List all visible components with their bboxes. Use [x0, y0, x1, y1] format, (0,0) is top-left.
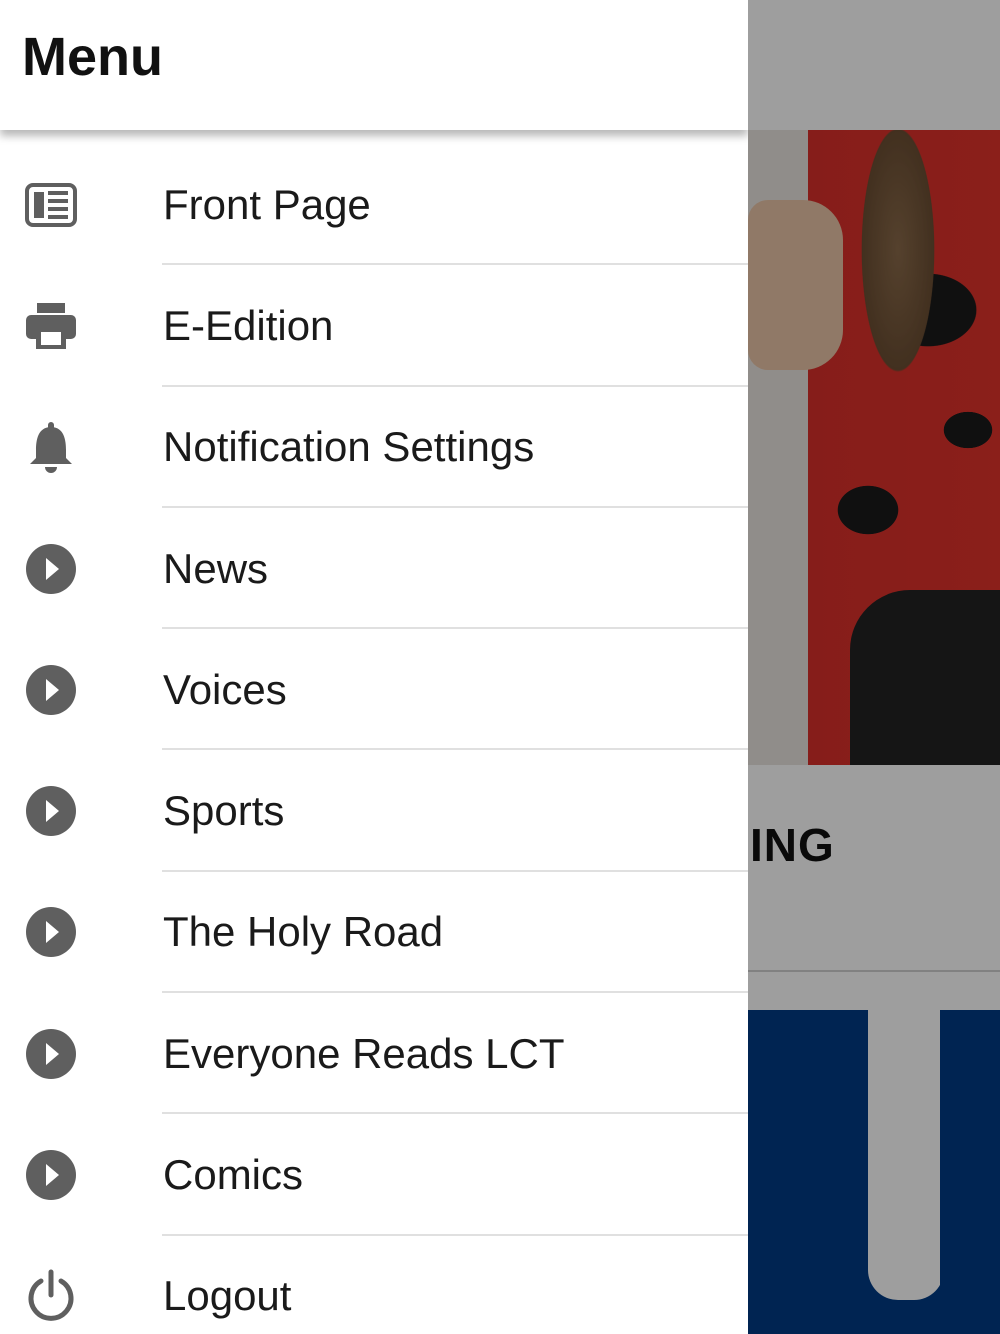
menu-item-label: Comics	[163, 1151, 304, 1199]
menu-item-label: Front Page	[163, 180, 371, 228]
menu-item-voices[interactable]: Voices	[0, 629, 748, 751]
menu-item-news[interactable]: News	[0, 508, 748, 630]
newspaper-icon	[24, 178, 78, 232]
menu-item-logout[interactable]: Logout	[0, 1236, 748, 1334]
drawer-menu: Front Page E-Edition Notification Settin…	[0, 144, 748, 1334]
bell-icon	[24, 420, 78, 474]
menu-item-label: The Holy Road	[163, 908, 444, 956]
menu-item-label: Everyone Reads LCT	[163, 1029, 565, 1077]
play-circle-icon	[24, 1148, 78, 1202]
menu-item-label: Voices	[163, 665, 287, 713]
play-circle-icon	[24, 1027, 78, 1081]
menu-item-comics[interactable]: Comics	[0, 1114, 748, 1236]
menu-item-the-holy-road[interactable]: The Holy Road	[0, 872, 748, 994]
printer-icon	[24, 299, 78, 353]
menu-item-label: News	[163, 544, 269, 592]
menu-item-e-edition[interactable]: E-Edition	[0, 265, 748, 387]
menu-item-front-page[interactable]: Front Page	[0, 144, 748, 266]
power-icon	[24, 1269, 78, 1323]
menu-item-everyone-reads-lct[interactable]: Everyone Reads LCT	[0, 993, 748, 1115]
menu-item-label: Notification Settings	[163, 423, 535, 471]
menu-item-sports[interactable]: Sports	[0, 750, 748, 872]
drawer-title: Menu	[22, 27, 163, 87]
menu-item-label: Logout	[163, 1272, 292, 1320]
menu-item-notification-settings[interactable]: Notification Settings	[0, 387, 748, 508]
drawer-header: Menu	[0, 0, 748, 130]
menu-item-label: Sports	[163, 787, 285, 835]
play-circle-icon	[24, 663, 78, 717]
play-circle-icon	[24, 542, 78, 596]
menu-item-label: E-Edition	[163, 301, 334, 349]
play-circle-icon	[24, 905, 78, 959]
navigation-drawer: Menu Front Page E-Edition Notification S…	[0, 0, 748, 1334]
play-circle-icon	[24, 784, 78, 838]
